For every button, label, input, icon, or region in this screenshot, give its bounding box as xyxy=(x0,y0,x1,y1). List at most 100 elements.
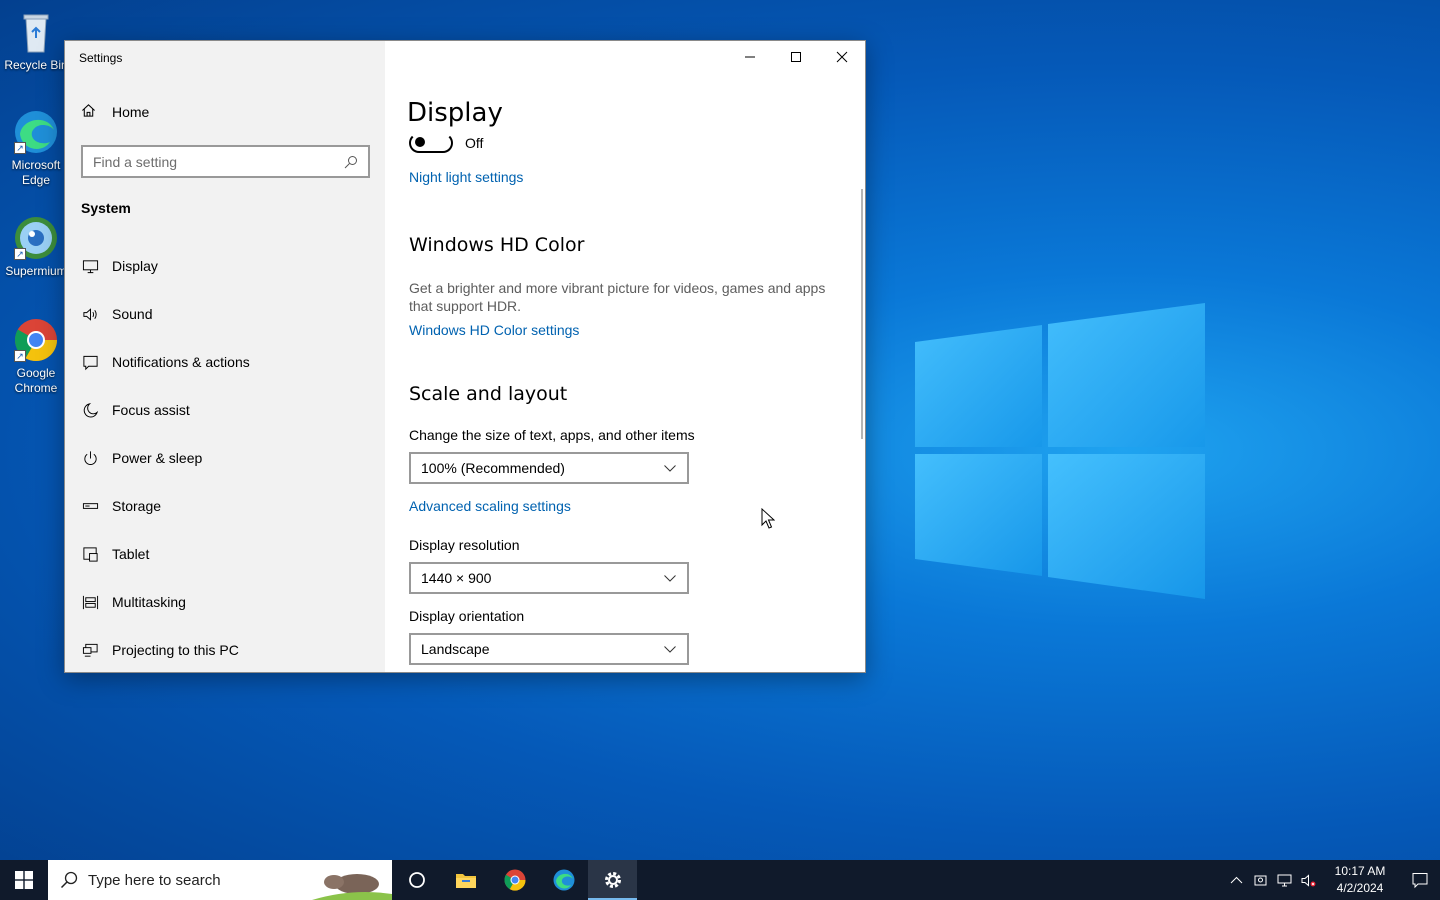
resolution-value: 1440 × 900 xyxy=(421,570,492,586)
night-light-settings-link[interactable]: Night light settings xyxy=(409,169,523,185)
scale-dropdown[interactable]: 100% (Recommended) xyxy=(409,452,689,484)
recycle-bin-icon xyxy=(12,8,60,56)
sidebar-item-notifications[interactable]: Notifications & actions xyxy=(65,338,385,386)
file-explorer-icon xyxy=(455,874,476,888)
sidebar-item-multitasking[interactable]: Multitasking xyxy=(65,578,385,626)
toggle-knob xyxy=(415,137,425,147)
resolution-dropdown[interactable]: 1440 × 900 xyxy=(409,562,689,594)
hd-color-description: Get a brighter and more vibrant picture … xyxy=(409,280,826,314)
advanced-scaling-link[interactable]: Advanced scaling settings xyxy=(409,498,571,514)
home-icon xyxy=(81,103,97,121)
scale-label: Change the size of text, apps, and other… xyxy=(409,427,695,443)
sidebar-item-label: Focus assist xyxy=(112,402,190,418)
hd-color-settings-link[interactable]: Windows HD Color settings xyxy=(409,322,579,338)
night-light-state: Off xyxy=(465,135,484,151)
settings-icon xyxy=(604,872,621,888)
windows-start-icon xyxy=(15,871,33,889)
volume-muted-icon xyxy=(1301,873,1315,887)
moon-icon xyxy=(81,401,99,419)
sidebar-item-label: Display xyxy=(112,258,158,274)
clock-time: 10:17 AM xyxy=(1334,864,1386,878)
power-icon xyxy=(81,449,99,467)
chevron-down-icon xyxy=(664,575,676,582)
supermium-icon: ↗ xyxy=(12,214,60,262)
file-explorer-button[interactable] xyxy=(441,860,490,900)
show-hidden-icons-button[interactable] xyxy=(1224,860,1248,900)
meet-now-icon xyxy=(1254,875,1266,885)
orientation-dropdown[interactable]: Landscape xyxy=(409,633,689,665)
resolution-label: Display resolution xyxy=(409,537,520,553)
settings-window[interactable]: Settings Home Find a setting System Disp… xyxy=(64,40,866,673)
taskbar: Type here to search 10:17 AM 4/2/2024 xyxy=(0,860,1440,900)
sidebar-item-label: Sound xyxy=(112,306,153,322)
sidebar-item-label: Power & sleep xyxy=(112,450,203,466)
sidebar-item-sound[interactable]: Sound xyxy=(65,290,385,338)
sidebar-item-display[interactable]: Display xyxy=(65,242,385,290)
search-icon xyxy=(344,155,358,169)
mouse-cursor-icon xyxy=(761,507,776,530)
sidebar-item-storage[interactable]: Storage xyxy=(65,482,385,530)
clock[interactable]: 10:17 AM 4/2/2024 xyxy=(1324,863,1396,897)
action-center-button[interactable] xyxy=(1400,860,1440,900)
sidebar: Settings Home Find a setting System Disp… xyxy=(65,41,385,672)
orientation-label: Display orientation xyxy=(409,608,525,624)
volume-button[interactable] xyxy=(1296,860,1320,900)
search-placeholder: Find a setting xyxy=(93,153,178,170)
sidebar-item-label: Storage xyxy=(112,498,162,514)
tablet-icon xyxy=(81,545,99,563)
system-tray: 10:17 AM 4/2/2024 xyxy=(1224,860,1440,900)
chrome-button[interactable] xyxy=(490,860,539,900)
orientation-value: Landscape xyxy=(421,641,490,657)
desktop-icon-recycle-bin[interactable]: Recycle Bin xyxy=(4,8,68,73)
chrome-icon: ↗ xyxy=(12,316,60,364)
desktop-icon-chrome[interactable]: ↗ Google Chrome xyxy=(4,316,68,396)
taskbar-search-box[interactable]: Type here to search xyxy=(48,860,392,900)
content-scrollbar[interactable] xyxy=(861,189,863,439)
night-light-toggle[interactable] xyxy=(409,133,453,153)
start-button[interactable] xyxy=(0,860,48,900)
sidebar-item-power-sleep[interactable]: Power & sleep xyxy=(65,434,385,482)
display-settings-content: Display Off Night light settings Windows… xyxy=(385,41,865,672)
sidebar-item-label: Multitasking xyxy=(112,594,186,610)
sidebar-item-focus-assist[interactable]: Focus assist xyxy=(65,386,385,434)
desktop-icon-edge[interactable]: ↗ Microsoft Edge xyxy=(4,108,68,188)
scale-value: 100% (Recommended) xyxy=(421,460,565,476)
speaker-icon xyxy=(81,305,99,323)
desktop-icon-label: Google Chrome xyxy=(14,366,58,395)
desktop-icon-supermium[interactable]: ↗ Supermium xyxy=(4,214,68,279)
shortcut-arrow-icon: ↗ xyxy=(14,142,26,154)
edge-icon xyxy=(553,869,574,891)
edge-button[interactable] xyxy=(539,860,588,900)
sidebar-item-label: Notifications & actions xyxy=(112,354,250,370)
notification-icon xyxy=(81,353,99,371)
network-icon xyxy=(1277,874,1291,886)
shortcut-arrow-icon: ↗ xyxy=(14,350,26,362)
taskbar-search-placeholder: Type here to search xyxy=(88,871,221,889)
meet-now-button[interactable] xyxy=(1248,860,1272,900)
sidebar-item-projecting[interactable]: Projecting to this PC xyxy=(65,626,385,672)
night-light-toggle-row: Off xyxy=(409,133,483,153)
sidebar-item-tablet[interactable]: Tablet xyxy=(65,530,385,578)
monitor-icon xyxy=(81,257,99,275)
network-button[interactable] xyxy=(1272,860,1296,900)
chevron-down-icon xyxy=(664,465,676,472)
find-setting-input[interactable]: Find a setting xyxy=(81,145,370,178)
storage-icon xyxy=(81,497,99,515)
desktop-icon-label: Recycle Bin xyxy=(4,58,68,72)
desktop-icon-label: Microsoft Edge xyxy=(11,158,61,187)
search-highlight-illustration-icon xyxy=(312,860,392,900)
edge-icon: ↗ xyxy=(12,108,60,156)
desktop-icon-label: Supermium xyxy=(5,264,67,278)
task-view-button[interactable] xyxy=(392,860,441,900)
settings-button[interactable] xyxy=(588,860,637,900)
sidebar-item-label: Tablet xyxy=(112,546,150,562)
sidebar-item-label: Projecting to this PC xyxy=(112,642,239,658)
nav-home[interactable]: Home xyxy=(81,103,149,121)
section-heading-system: System xyxy=(81,200,131,216)
page-title: Display xyxy=(407,98,503,128)
notification-icon xyxy=(1412,873,1428,889)
clock-date: 4/2/2024 xyxy=(1336,881,1384,895)
projecting-icon xyxy=(81,641,99,659)
chevron-down-icon xyxy=(664,646,676,653)
shortcut-arrow-icon: ↗ xyxy=(14,248,26,260)
